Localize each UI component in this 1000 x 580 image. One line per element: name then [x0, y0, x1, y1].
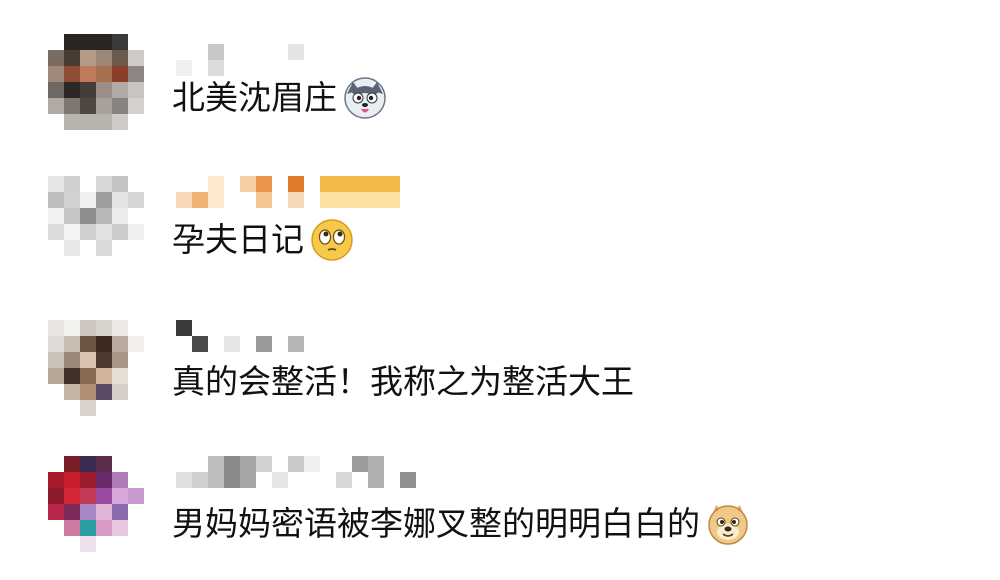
username-pixelated[interactable] [176, 176, 416, 208]
comment-item: 北美沈眉庄 [0, 22, 1000, 162]
comment-text: 男妈妈密语被李娜叉整的明明白白的 [172, 502, 750, 546]
comment-item: 真的会整活！我称之为整活大王 [0, 304, 1000, 444]
username-pixelated[interactable] [176, 456, 416, 488]
husky-face-icon [344, 77, 386, 119]
avatar[interactable] [48, 176, 144, 272]
comment-text: 北美沈眉庄 [172, 76, 387, 120]
username-pixelated[interactable] [176, 44, 316, 76]
comment-text: 真的会整活！我称之为整活大王 [172, 362, 634, 401]
comment-item: 男妈妈密语被李娜叉整的明明白白的 [0, 440, 1000, 580]
avatar[interactable] [48, 34, 144, 130]
avatar[interactable] [48, 456, 144, 552]
comment-item: 孕夫日记 [0, 160, 1000, 300]
avatar[interactable] [48, 320, 144, 416]
doge-face-icon [708, 505, 748, 545]
flushed-face-icon [311, 219, 353, 261]
username-pixelated[interactable] [176, 320, 316, 352]
comment-text: 孕夫日记 [172, 218, 354, 262]
